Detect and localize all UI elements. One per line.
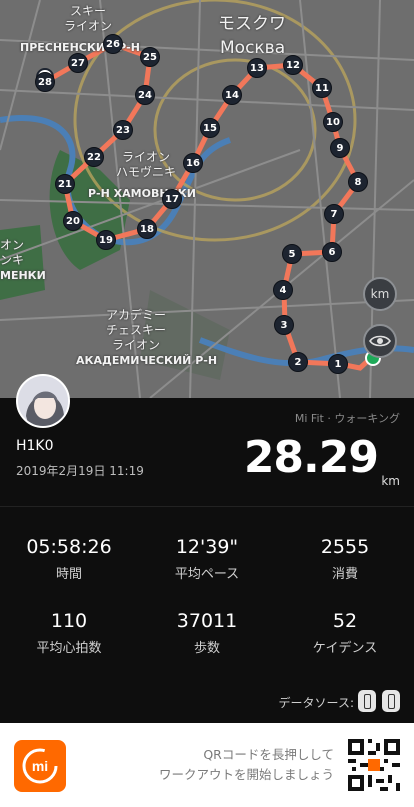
km-marker[interactable]: 16 — [183, 153, 203, 173]
km-marker[interactable]: 15 — [200, 118, 220, 138]
map-label: モスクワ — [218, 14, 286, 34]
km-marker[interactable]: 17 — [162, 189, 182, 209]
qr-instruction: QRコードを長押しして ワークアウトを開始しましょう — [159, 745, 334, 785]
qr-code[interactable] — [348, 739, 400, 791]
km-marker[interactable]: 26 — [103, 34, 123, 54]
stat-label: 平均心拍数 — [36, 641, 102, 656]
stat-value: 52 — [332, 610, 358, 632]
km-marker[interactable]: 12 — [283, 55, 303, 75]
eye-icon — [369, 335, 391, 347]
km-marker[interactable]: 20 — [63, 211, 83, 231]
km-marker[interactable]: 18 — [137, 219, 157, 239]
km-marker[interactable]: 25 — [140, 47, 160, 67]
km-marker[interactable]: 24 — [135, 85, 155, 105]
km-marker[interactable]: 2 — [288, 352, 308, 372]
stat-label: 消費 — [331, 567, 358, 582]
km-marker[interactable]: 9 — [330, 138, 350, 158]
stat-label: 歩数 — [193, 641, 220, 656]
stat-pace: 12'39" 平均ペース — [138, 536, 276, 582]
km-marker[interactable]: 3 — [274, 315, 294, 335]
map-label: アカデミー チェスキー ライオン — [106, 308, 167, 352]
footer-promo: mi QRコードを長押しして ワークアウトを開始しましょう — [0, 723, 414, 807]
data-source-label: データソース: — [278, 696, 354, 710]
stat-value: 05:58:26 — [26, 536, 112, 558]
km-marker[interactable]: 19 — [96, 230, 116, 250]
username: H1K0 — [16, 438, 54, 454]
km-toggle-button[interactable]: km — [363, 277, 397, 311]
km-marker[interactable]: 8 — [348, 172, 368, 192]
divider — [0, 506, 414, 507]
km-marker[interactable]: 27 — [68, 53, 88, 73]
km-marker[interactable]: 10 — [323, 112, 343, 132]
route-map[interactable]: スキー ライオン ПРЕСНЕНСКИЙ Р-Н モスクワ Москва ライオン… — [0, 0, 414, 398]
map-label: Москва — [220, 38, 286, 58]
km-marker[interactable]: 6 — [322, 242, 342, 262]
workout-date: 2019年2月19日 11:19 — [16, 464, 144, 478]
stat-value: 12'39" — [175, 536, 239, 558]
km-marker[interactable]: 14 — [222, 85, 242, 105]
km-marker[interactable]: 1 — [328, 354, 348, 374]
band-device-icon[interactable] — [382, 690, 400, 712]
stat-value: 2555 — [320, 536, 370, 558]
stat-calories: 2555 消費 — [276, 536, 414, 582]
mi-logo: mi — [14, 740, 66, 792]
km-marker[interactable]: 4 — [273, 280, 293, 300]
map-label: オン ンキ МЕНКИ — [0, 238, 46, 282]
qr-code-image — [348, 739, 400, 791]
ring-road — [153, 58, 317, 202]
km-marker[interactable]: 11 — [312, 78, 332, 98]
qr-line-2: ワークアウトを開始しましょう — [158, 767, 334, 782]
stat-duration: 05:58:26 時間 — [0, 536, 138, 582]
map-label: スキー ライオン — [64, 4, 113, 33]
distance-value: 28.29 — [243, 432, 379, 483]
stat-label: 平均ペース — [174, 567, 240, 582]
km-marker[interactable]: 22 — [84, 147, 104, 167]
map-base — [0, 0, 414, 398]
map-label: АКАДЕМИЧЕСКИЙ Р-Н — [76, 354, 218, 367]
map-label: ライオン ハモヴニキ — [116, 150, 177, 179]
stat-steps: 37011 歩数 — [138, 610, 276, 656]
eye-toggle-button[interactable] — [363, 324, 397, 358]
stat-value: 110 — [50, 610, 88, 632]
stat-label: ケイデンス — [312, 641, 378, 656]
stat-value: 37011 — [176, 610, 238, 632]
stat-label: 時間 — [55, 567, 82, 582]
distance-unit: km — [381, 474, 400, 488]
mi-logo-icon: mi — [22, 748, 58, 784]
avatar-image — [18, 376, 68, 426]
svg-text:mi: mi — [32, 758, 48, 774]
phone-device-icon[interactable] — [358, 690, 376, 712]
avatar[interactable] — [16, 374, 70, 428]
activity-source: Mi Fit · ウォーキング — [294, 412, 400, 425]
workout-summary: Mi Fit · ウォーキング H1K0 2019年2月19日 11:19 28… — [0, 374, 414, 723]
stat-cadence: 52 ケイデンス — [276, 610, 414, 656]
km-marker[interactable]: 7 — [324, 204, 344, 224]
stat-heart-rate: 110 平均心拍数 — [0, 610, 138, 656]
km-marker[interactable]: 21 — [55, 174, 75, 194]
km-marker[interactable]: 23 — [113, 120, 133, 140]
km-marker[interactable]: 13 — [247, 58, 267, 78]
km-marker[interactable]: 28 — [35, 72, 55, 92]
km-marker[interactable]: 5 — [282, 244, 302, 264]
qr-line-1: QRコードを長押しして — [203, 747, 334, 762]
